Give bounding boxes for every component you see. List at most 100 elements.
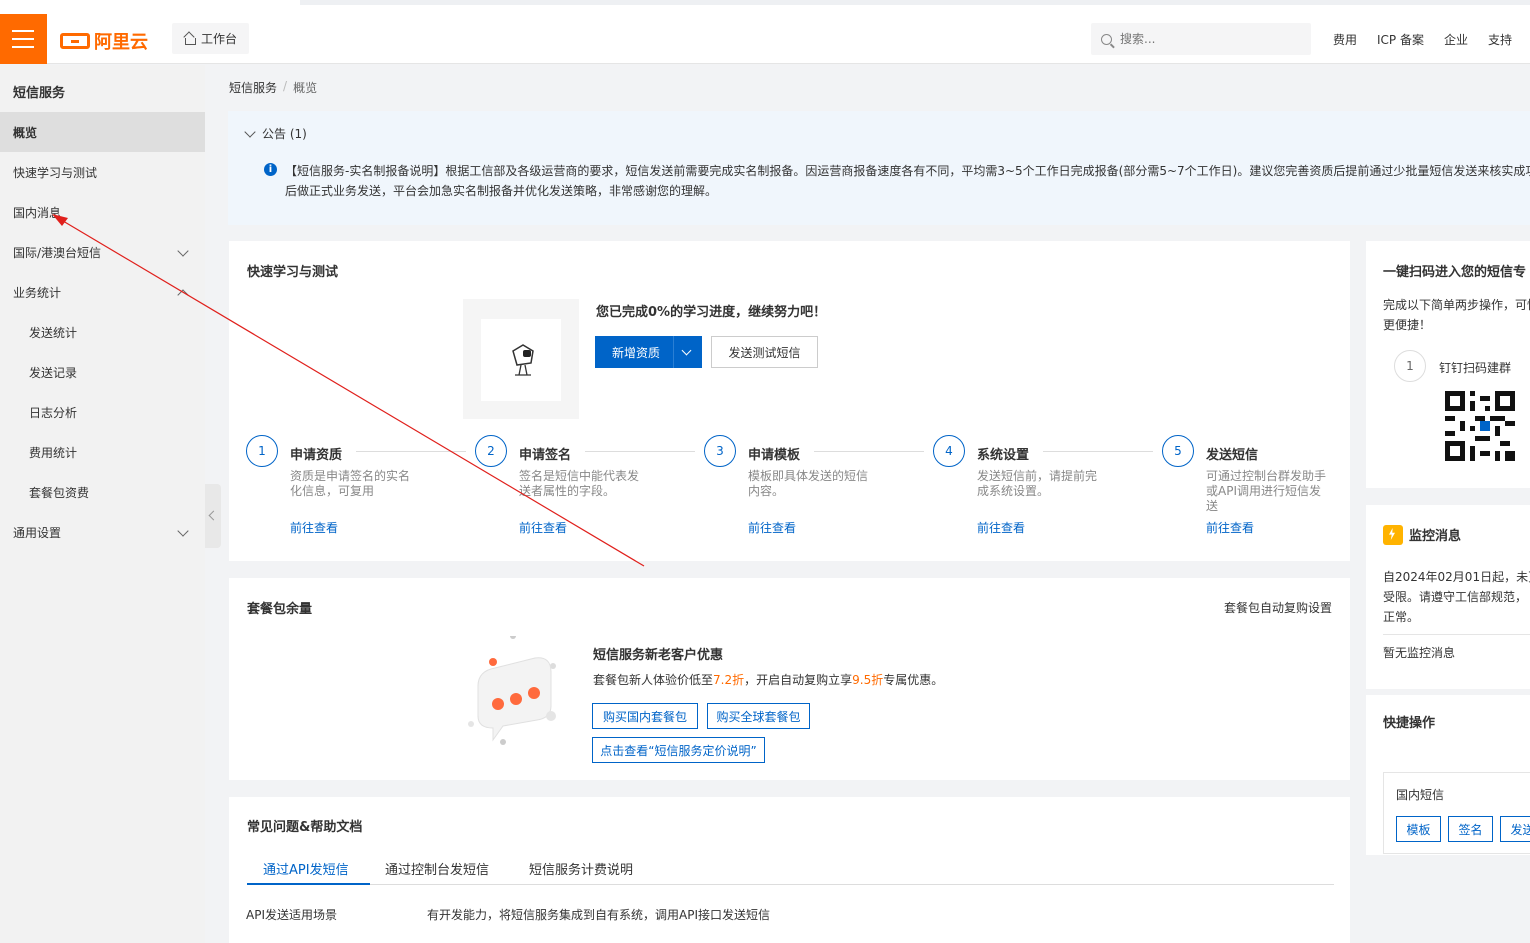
chevron-up-icon: [177, 289, 189, 301]
lightning-icon: [1383, 525, 1403, 545]
announcement-toggle[interactable]: 公告 (1): [244, 125, 307, 142]
shortcut-template-button[interactable]: 模板: [1396, 816, 1441, 842]
quick-learn-title: 快速学习与测试: [247, 265, 339, 280]
step-desc: 签名是短信中能代表发送者属性的字段。: [519, 469, 640, 498]
nav-icp[interactable]: ICP 备案: [1377, 31, 1424, 48]
announcement-line: 【短信服务-实名制报备说明】根据工信部及各级运营商的要求，短信发送前需要完成实名…: [285, 164, 1530, 178]
step-desc: 资质是申请签名的实名化信息，可复用: [290, 469, 411, 498]
qr-card-title: 一键扫码进入您的短信专: [1383, 265, 1527, 280]
menu-button[interactable]: [0, 14, 47, 64]
sidebar-item-send-stats[interactable]: 发送统计: [0, 312, 205, 352]
sidebar-item-label: 国内消息: [13, 205, 62, 220]
announcement-line: 后做正式业务发送，平台会加急实名制报备并优化发送策略，非常感谢您的理解。: [285, 184, 718, 198]
tab-api[interactable]: 通过API发短信: [263, 859, 349, 878]
logo-text: 阿里云: [94, 32, 148, 53]
step-number: 1: [246, 435, 278, 467]
step-link[interactable]: 前往查看: [977, 519, 1025, 536]
shortcut-title: 快捷操作: [1383, 716, 1436, 731]
sidebar-collapse-handle[interactable]: [205, 484, 221, 548]
sidebar-item-label: 概览: [13, 125, 38, 140]
sidebar-title: 短信服务: [13, 86, 66, 101]
illustration-frame: [481, 319, 561, 401]
step-link[interactable]: 前往查看: [1206, 519, 1254, 536]
sidebar-item-label: 发送记录: [29, 365, 78, 380]
browser-edge: [300, 0, 1530, 5]
chevron-down-icon: [177, 525, 189, 537]
step-link[interactable]: 前往查看: [519, 519, 567, 536]
promo-desc: 套餐包新人体验价低至7.2折，开启自动复购立享9.5折专属优惠。: [593, 671, 943, 688]
quick-learn-card: 快速学习与测试 您已完成0%的学习进度，继续努力吧！ 新增资质 发送测试短信 1…: [229, 241, 1350, 561]
qr-card: 一键扫码进入您的短信专 完成以下简单两步操作，可快 更便捷！ 1 钉钉扫码建群: [1366, 241, 1530, 488]
step-5: 5 发送短信 可通过控制台群发助手或API调用进行短信发送 前往查看: [1162, 435, 1382, 535]
search-input[interactable]: [1120, 32, 1290, 46]
sidebar-item-general-settings[interactable]: 通用设置: [0, 512, 205, 552]
promo-desc-part: 专属优惠。: [883, 673, 944, 687]
add-qualification-label: 新增资质: [612, 345, 661, 360]
shortcut-send-button[interactable]: 发送: [1500, 816, 1530, 842]
breadcrumb: 短信服务 / 概览: [229, 79, 317, 96]
sidebar-item-log-analysis[interactable]: 日志分析: [0, 392, 205, 432]
sidebar-item-stats[interactable]: 业务统计: [0, 272, 205, 312]
step-desc: 模板即具体发送的短信内容。: [748, 469, 869, 498]
qr-code-image: [1445, 391, 1515, 461]
tab-billing[interactable]: 短信服务计费说明: [529, 859, 633, 878]
step-number: 5: [1162, 435, 1194, 467]
step-connector: [1043, 451, 1153, 452]
add-qualification-button[interactable]: 新增资质: [595, 336, 702, 368]
chevron-down-icon[interactable]: [681, 345, 692, 355]
nav-enterprise[interactable]: 企业: [1444, 31, 1468, 48]
promo-discount: 7.2折: [713, 673, 745, 687]
step-title: 发送短信: [1206, 448, 1259, 463]
breadcrumb-separator: /: [283, 79, 288, 93]
shortcut-card: 快捷操作 国内短信 模板 签名 发送: [1366, 695, 1530, 855]
chat-bubble-illustration: [468, 636, 556, 745]
step-link[interactable]: 前往查看: [748, 519, 796, 536]
step-1: 1 申请资质 资质是申请签名的实名化信息，可复用 前往查看: [246, 435, 466, 535]
step-number: 4: [933, 435, 965, 467]
sidebar-item-send-records[interactable]: 发送记录: [0, 352, 205, 392]
tab-console[interactable]: 通过控制台发短信: [385, 859, 489, 878]
announcement-text: 【短信服务-实名制报备说明】根据工信部及各级运营商的要求，短信发送前需要完成实名…: [285, 161, 1530, 201]
send-test-sms-button[interactable]: 发送测试短信: [711, 336, 818, 368]
step-title: 申请签名: [519, 448, 572, 463]
pricing-info-button[interactable]: 点击查看“短信服务定价说明”: [592, 737, 765, 763]
button-divider: [673, 336, 674, 368]
shortcut-signature-button[interactable]: 签名: [1448, 816, 1493, 842]
sidebar-item-quick-learn[interactable]: 快速学习与测试: [0, 152, 205, 192]
step-title: 申请资质: [290, 448, 343, 463]
sidebar-item-overview[interactable]: 概览: [0, 112, 205, 152]
search-box[interactable]: [1091, 23, 1311, 55]
sidebar-item-label: 国际/港澳台短信: [13, 245, 102, 260]
package-card: 套餐包余量 套餐包自动复购设置 短信服务新老客户优惠 套餐包新人体验价低至7.2…: [229, 578, 1350, 780]
workbench-button[interactable]: 工作台: [172, 23, 250, 54]
faq-row-value: 有开发能力，将短信服务集成到自有系统，调用API接口发送短信: [427, 908, 770, 922]
aliyun-logo[interactable]: 阿里云: [60, 28, 148, 54]
monitor-text: 正常。: [1383, 610, 1420, 624]
buy-global-package-button[interactable]: 购买全球套餐包: [707, 703, 810, 729]
nav-support[interactable]: 支持: [1488, 31, 1512, 48]
sidebar-item-domestic[interactable]: 国内消息: [0, 192, 205, 232]
auto-repurchase-link[interactable]: 套餐包自动复购设置: [1224, 599, 1332, 616]
robot-icon: [512, 344, 534, 376]
chevron-down-icon: [177, 245, 189, 257]
home-icon: [184, 34, 196, 45]
qr-step-number: 1: [1394, 350, 1426, 382]
package-title: 套餐包余量: [247, 602, 313, 617]
monitor-card: 监控消息 自2024年02月01日起，未更 受限。请遵守工信部规范， 正常。 暂…: [1366, 505, 1530, 689]
step-link[interactable]: 前往查看: [290, 519, 338, 536]
breadcrumb-root[interactable]: 短信服务: [229, 79, 277, 96]
buy-domestic-package-button[interactable]: 购买国内套餐包: [592, 703, 698, 729]
sidebar-item-international[interactable]: 国际/港澳台短信: [0, 232, 205, 272]
step-connector: [356, 451, 466, 452]
monitor-text: 受限。请遵守工信部规范，: [1383, 590, 1528, 604]
sidebar: 短信服务 概览 快速学习与测试 国内消息 国际/港澳台短信 业务统计 发送统计 …: [0, 65, 205, 943]
sidebar-item-fee-stats[interactable]: 费用统计: [0, 432, 205, 472]
info-icon: i: [264, 163, 277, 176]
sidebar-item-label: 日志分析: [29, 405, 78, 420]
faq-title: 常见问题&帮助文档: [247, 820, 363, 835]
sidebar-item-package-fee[interactable]: 套餐包资费: [0, 472, 205, 512]
nav-fee[interactable]: 费用: [1333, 31, 1357, 48]
monitor-title: 监控消息: [1409, 529, 1462, 544]
step-4: 4 系统设置 发送短信前，请提前完成系统设置。 前往查看: [933, 435, 1153, 535]
robot-illustration: [463, 299, 579, 419]
